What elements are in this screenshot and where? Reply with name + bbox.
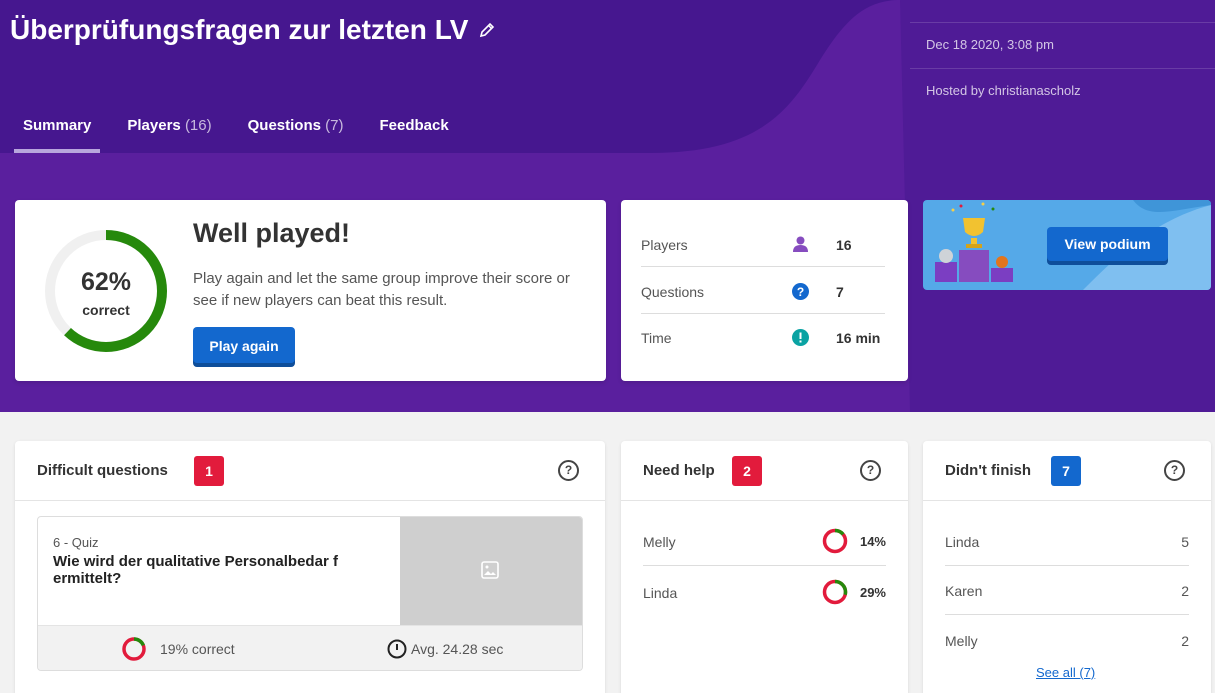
didnt-finish-row[interactable]: Linda 5 — [945, 516, 1189, 566]
didnt-finish-header: Didn't finish 7 ? — [923, 441, 1211, 501]
stat-questions: Questions ? 7 — [641, 268, 885, 314]
difficult-questions-header: Difficult questions 1 ? — [15, 441, 605, 501]
page-title: Überprüfungsfragen zur letzten LV — [10, 14, 496, 46]
help-icon[interactable]: ? — [558, 460, 579, 481]
help-icon[interactable]: ? — [860, 460, 881, 481]
player-name: Linda — [643, 585, 678, 601]
question-correct-ring — [122, 637, 146, 661]
player-percent: 14% — [859, 534, 886, 549]
unanswered-count: 5 — [1181, 534, 1189, 550]
page-title-text: Überprüfungsfragen zur letzten LV — [10, 14, 469, 45]
need-help-header: Need help 2 ? — [621, 441, 908, 501]
question-correct-text: 19% correct — [160, 641, 235, 657]
tab-questions-label: Questions — [247, 117, 321, 134]
summary-heading: Well played! — [193, 218, 351, 248]
need-help-row[interactable]: Linda 29% — [643, 567, 886, 617]
difficult-question-card[interactable]: 6 - Quiz Wie wird der qualitative Person… — [37, 516, 583, 671]
player-name: Melly — [643, 534, 676, 550]
tab-questions[interactable]: Questions (7) — [239, 105, 353, 153]
question-text: Wie wird der qualitative Personalbedar f… — [53, 553, 338, 587]
player-icon — [792, 236, 809, 253]
question-image-placeholder — [400, 517, 582, 625]
need-help-panel: Need help 2 ? Melly 14% Linda 29% — [621, 441, 908, 693]
difficult-questions-panel: Difficult questions 1 ? 6 - Quiz Wie wir… — [15, 441, 605, 693]
stat-questions-label: Questions — [641, 284, 705, 300]
image-icon — [481, 561, 499, 579]
stats-card: Players 16 Questions ? 7 Time 16 min — [621, 200, 908, 381]
difficult-questions-badge: 1 — [194, 456, 224, 486]
correct-donut: 62% correct — [43, 228, 169, 354]
tab-summary-label: Summary — [23, 117, 92, 134]
need-help-badge: 2 — [732, 456, 762, 486]
correct-percent: 62% — [80, 268, 132, 296]
stat-players: Players 16 — [641, 221, 885, 267]
difficult-questions-title: Difficult questions — [37, 462, 168, 479]
stat-time-label: Time — [641, 330, 672, 346]
view-podium-button[interactable]: View podium — [1047, 227, 1168, 265]
need-help-title: Need help — [643, 462, 715, 479]
didnt-finish-title: Didn't finish — [945, 462, 1032, 479]
podium-card: View podium — [923, 200, 1211, 290]
player-correct-ring — [822, 579, 848, 605]
stat-players-value: 16 — [836, 237, 852, 253]
tab-players-count: (16) — [184, 117, 212, 134]
summary-card: 62% correct Well played! Play again and … — [15, 200, 606, 381]
svg-text:?: ? — [797, 285, 804, 299]
player-percent: 29% — [859, 585, 886, 600]
player-correct-ring — [822, 528, 848, 554]
didnt-finish-badge: 7 — [1051, 456, 1081, 486]
question-avg-time: Avg. 24.28 sec — [411, 641, 504, 657]
stat-time-value: 16 min — [836, 330, 881, 346]
help-icon[interactable]: ? — [1164, 460, 1185, 481]
play-again-button[interactable]: Play again — [193, 327, 295, 367]
stat-players-label: Players — [641, 237, 688, 253]
stat-questions-value: 7 — [836, 284, 844, 300]
unanswered-count: 2 — [1181, 633, 1189, 649]
pencil-icon[interactable] — [478, 21, 496, 39]
didnt-finish-row[interactable]: Karen 2 — [945, 565, 1189, 615]
correct-label: correct — [82, 302, 130, 318]
didnt-finish-row[interactable]: Melly 2 — [945, 615, 1189, 665]
tab-feedback-label: Feedback — [379, 117, 449, 134]
see-all-link[interactable]: See all (7) — [1036, 665, 1095, 680]
clock-icon — [387, 639, 407, 659]
didnt-finish-panel: Didn't finish 7 ? Linda 5 Karen 2 Melly … — [923, 441, 1211, 693]
hosted-by: Hosted by christianascholz — [910, 68, 1215, 114]
tab-players-label: Players — [127, 117, 181, 134]
question-footer: 19% correct Avg. 24.28 sec — [38, 625, 582, 670]
report-tabs: Summary Players (16) Questions (7) Feedb… — [14, 105, 476, 153]
tab-feedback[interactable]: Feedback — [371, 105, 458, 153]
question-meta: 6 - Quiz — [53, 535, 99, 550]
time-icon — [792, 329, 809, 346]
player-name: Linda — [945, 534, 980, 550]
player-name: Melly — [945, 633, 978, 649]
need-help-row[interactable]: Melly 14% — [643, 516, 886, 566]
tab-players[interactable]: Players (16) — [118, 105, 220, 153]
stat-time: Time 16 min — [641, 314, 885, 360]
tab-summary[interactable]: Summary — [14, 105, 101, 153]
tab-questions-count: (7) — [325, 117, 344, 134]
session-date: Dec 18 2020, 3:08 pm — [910, 22, 1215, 68]
player-name: Karen — [945, 583, 983, 599]
summary-description: Play again and let the same group improv… — [193, 270, 570, 309]
unanswered-count: 2 — [1181, 583, 1189, 599]
question-icon: ? — [792, 283, 809, 300]
